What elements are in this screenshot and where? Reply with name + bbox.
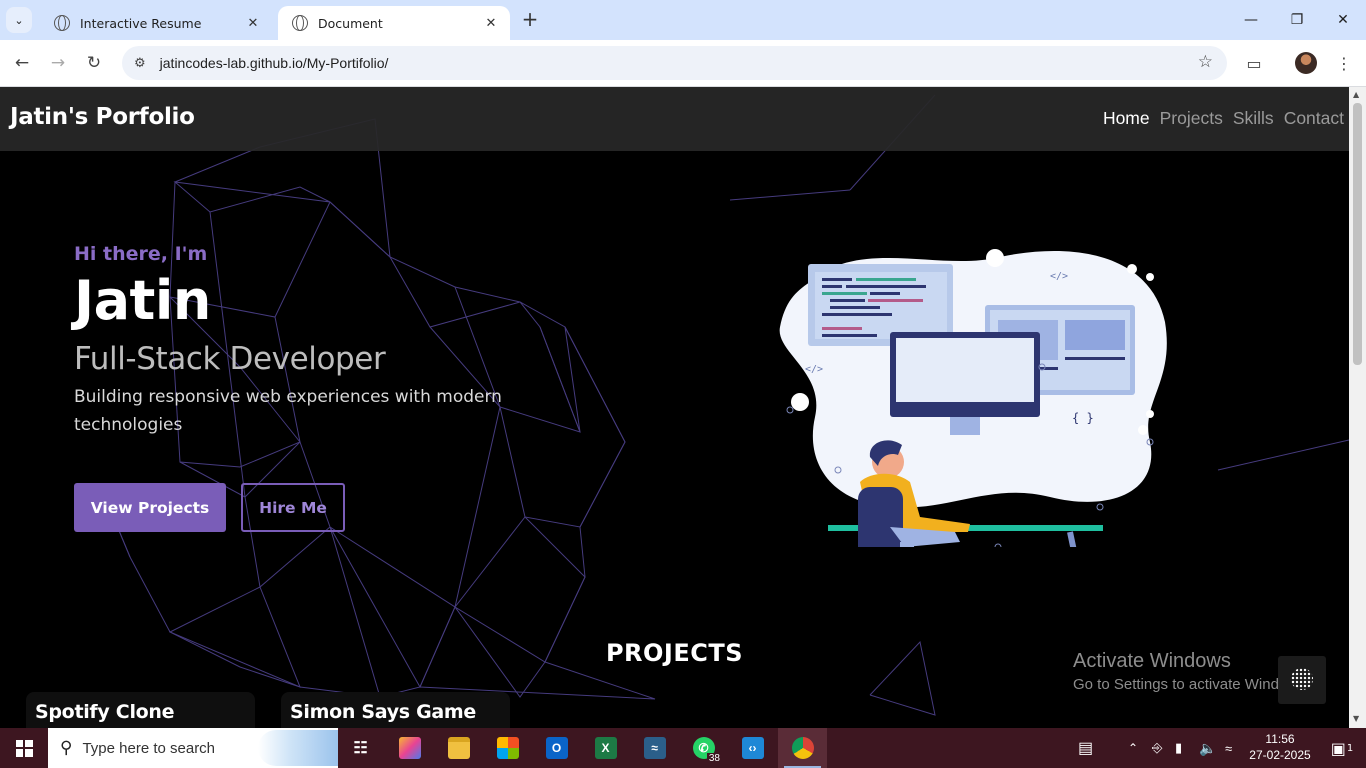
view-projects-button[interactable]: View Projects [74,483,226,532]
browser-toolbar: ← → ↻ ⚙ jatincodes-lab.github.io/My-Port… [0,40,1366,87]
whatsapp-button[interactable]: ✆ 38 [679,728,728,768]
reload-button[interactable]: ↻ [81,50,107,76]
task-view-button[interactable]: ☷ [336,728,385,768]
tab-close-icon[interactable]: ✕ [244,16,262,31]
windows-taskbar: ⚲ Type here to search ☷ O X ≈ ✆ 38 ‹› ▤ … [0,728,1366,768]
tab-interactive-resume[interactable]: Interactive Resume ✕ [40,6,272,40]
nav-links: Home Projects Skills Contact [1103,108,1344,129]
clock-date: 27-02-2025 [1249,748,1311,762]
new-tab-button[interactable]: + [518,8,542,32]
taskbar-clock[interactable]: 11:56 27-02-2025 [1245,731,1315,763]
outlook-icon: O [545,737,568,759]
tab-title: Interactive Resume [80,15,202,31]
svg-text:</>: </> [805,364,823,375]
microsoft-store-button[interactable] [483,728,532,768]
search-highlight-image [258,730,338,766]
scrollbar-thumb[interactable] [1353,103,1362,365]
url-text: jatincodes-lab.github.io/My-Portifolio/ [159,55,389,71]
copilot-button[interactable] [385,728,434,768]
hero-name: Jatin [74,269,211,332]
excel-icon: X [594,737,617,759]
windows-logo-icon [15,739,33,757]
chevron-down-icon: ⌄ [14,13,24,27]
notification-count: 1 [1346,742,1354,754]
activate-windows-subtitle: Go to Settings to activate Windows. [1073,676,1310,693]
notification-center-button[interactable]: ▣ 1 [1318,728,1366,768]
hero-buttons: View Projects Hire Me [74,483,345,532]
chrome-icon [791,737,814,759]
svg-text:{ }: { } [1072,411,1094,425]
close-window-button[interactable]: ✕ [1320,0,1366,40]
hero-tagline: Building responsive web experiences with… [74,387,502,435]
battery-icon[interactable]: ▮ [1175,728,1182,768]
project-card-title: Spotify Clone [35,701,175,723]
task-view-icon: ☷ [353,740,368,757]
developer-illustration: </> </> { } [779,249,1167,547]
activate-windows-title: Activate Windows [1073,650,1231,672]
svg-text:</>: </> [1050,271,1068,282]
tab-document[interactable]: Document ✕ [278,6,510,40]
show-hidden-icons-icon[interactable]: ⌃ [1128,728,1138,768]
news-widget-icon[interactable]: ▤ [1078,728,1093,768]
blackbox-logo-icon [1291,668,1313,690]
store-icon [496,737,519,759]
page-scrollbar[interactable]: ▲ ▼ [1349,87,1366,728]
minimize-button[interactable]: — [1228,0,1274,40]
network-icon[interactable]: ≈ [1225,728,1232,768]
chrome-button[interactable] [778,728,827,768]
bookmark-star-icon[interactable]: ☆ [1198,52,1213,72]
hire-me-button[interactable]: Hire Me [241,483,345,532]
tab-strip: ⌄ Interactive Resume ✕ Document ✕ + — ❐ … [0,0,1366,40]
profile-avatar[interactable] [1295,52,1317,74]
restore-button[interactable]: ❐ [1274,0,1320,40]
copilot-icon [398,737,421,759]
folder-icon [447,737,470,759]
file-explorer-button[interactable] [434,728,483,768]
meet-now-icon[interactable]: ⎆ [1152,728,1162,768]
hero-section: Hi there, I'm Jatin Full-Stack Developer… [74,240,554,439]
tab-close-icon[interactable]: ✕ [482,16,500,31]
globe-icon [292,15,308,31]
whatsapp-unread-badge: 38 [706,753,722,764]
site-info-icon[interactable]: ⚙ [134,56,146,71]
tab-title: Document [318,15,383,31]
extensions-icon[interactable]: ▭ [1241,50,1267,76]
hero-role: Full-Stack Developer [74,341,386,377]
excel-button[interactable]: X [581,728,630,768]
start-button[interactable] [0,728,48,768]
nav-link-contact[interactable]: Contact [1284,108,1344,129]
tab-search-button[interactable]: ⌄ [6,7,32,33]
vscode-button[interactable]: ‹› [728,728,777,768]
nav-link-home[interactable]: Home [1103,108,1150,129]
project-card-title: Simon Says Game [290,701,477,723]
mysql-workbench-button[interactable]: ≈ [630,728,679,768]
hero-greeting: Hi there, I'm [74,243,208,265]
clock-time: 11:56 [1265,732,1295,746]
project-card[interactable]: Spotify Clone [26,692,255,728]
site-brand-logo[interactable]: Jatin's Porfolio [10,104,195,130]
volume-icon[interactable]: 🔈 [1199,728,1216,768]
address-bar[interactable]: ⚙ jatincodes-lab.github.io/My-Portifolio… [122,46,1227,80]
scroll-up-arrow-icon[interactable]: ▲ [1353,90,1359,99]
taskbar-search-placeholder: Type here to search [82,739,216,757]
globe-icon [54,15,70,31]
outlook-button[interactable]: O [532,728,581,768]
vscode-icon: ‹› [741,737,764,759]
browser-menu-icon[interactable]: ⋮ [1331,50,1357,76]
activate-windows-watermark: Activate Windows Go to Settings to activ… [1073,650,1310,693]
mysql-workbench-icon: ≈ [643,737,666,759]
scroll-down-arrow-icon[interactable]: ▼ [1353,714,1359,723]
nav-link-projects[interactable]: Projects [1160,108,1223,129]
nav-link-skills[interactable]: Skills [1233,108,1274,129]
site-navbar: Jatin's Porfolio Home Projects Skills Co… [0,87,1349,151]
taskbar-search-box[interactable]: ⚲ Type here to search [48,728,338,768]
blackbox-extension-button[interactable] [1278,656,1326,704]
search-icon: ⚲ [60,738,73,757]
forward-button[interactable]: → [45,50,71,76]
notification-icon: ▣ [1330,738,1346,758]
web-page: Jatin's Porfolio Home Projects Skills Co… [0,87,1349,728]
back-button[interactable]: ← [9,50,35,76]
project-card[interactable]: Simon Says Game [281,692,510,728]
